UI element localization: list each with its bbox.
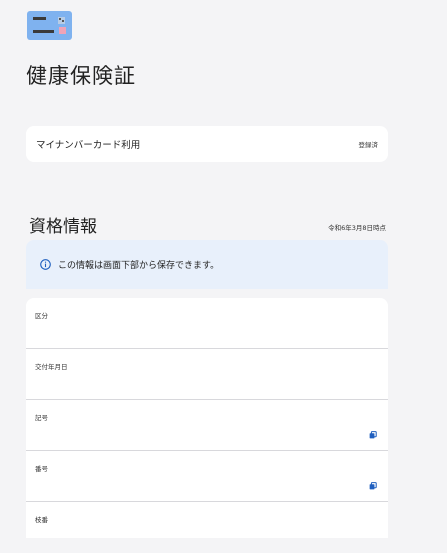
save-notice-text: この情報は画面下部から保存できます。 xyxy=(58,261,220,271)
field-label: 記号 xyxy=(35,414,48,422)
page-title: 健康保険証 xyxy=(26,64,136,88)
id-card-icon xyxy=(27,11,72,40)
field-category: 区分 xyxy=(26,298,388,349)
field-label: 枝番 xyxy=(35,516,48,524)
mynumber-card-status: マイナンバーカード利用 登録済 xyxy=(26,126,388,162)
save-notice-banner: この情報は画面下部から保存できます。 xyxy=(26,240,388,289)
field-label: 区分 xyxy=(35,312,48,320)
field-branch-number: 枝番 xyxy=(26,502,388,553)
field-issue-date: 交付年月日 xyxy=(26,349,388,400)
field-label: 番号 xyxy=(35,465,48,473)
mynumber-label: マイナンバーカード利用 xyxy=(36,140,141,151)
qualification-fields: 区分 交付年月日 記号 番号 枝番 xyxy=(26,298,388,538)
field-symbol: 記号 xyxy=(26,400,388,451)
field-number: 番号 xyxy=(26,451,388,502)
status-badge: 登録済 xyxy=(358,141,379,149)
as-of-date: 令和6年3月8日時点 xyxy=(328,224,386,232)
info-icon xyxy=(40,259,51,270)
copy-icon[interactable] xyxy=(369,482,377,490)
field-label: 交付年月日 xyxy=(35,363,68,371)
section-title: 資格情報 xyxy=(29,217,97,237)
copy-icon[interactable] xyxy=(369,431,377,439)
